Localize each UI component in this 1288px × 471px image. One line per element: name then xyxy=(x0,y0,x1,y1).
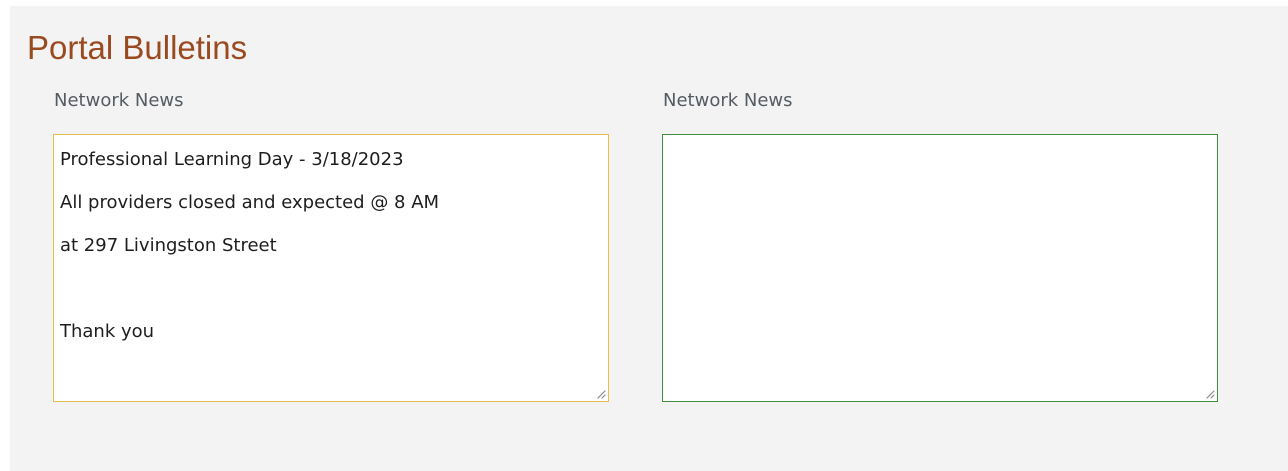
left-bulletin-content: Professional Learning Day - 3/18/2023 Al… xyxy=(60,145,598,391)
resize-grip-icon[interactable] xyxy=(595,388,606,399)
right-bulletin-label: Network News xyxy=(663,90,793,111)
bulletin-line: All providers closed and expected @ 8 AM xyxy=(60,192,440,213)
bulletin-line xyxy=(60,274,598,304)
bulletin-line: at 297 Livingston Street xyxy=(60,235,277,256)
resize-grip-icon[interactable] xyxy=(1204,388,1215,399)
page-title: Portal Bulletins xyxy=(27,29,248,66)
left-bulletin-label: Network News xyxy=(54,90,184,111)
network-news-textarea-left[interactable]: Professional Learning Day - 3/18/2023 Al… xyxy=(53,134,609,402)
bulletin-line: Professional Learning Day - 3/18/2023 xyxy=(60,149,404,170)
network-news-textarea-right[interactable] xyxy=(662,134,1218,402)
bulletin-line: Thank you xyxy=(60,321,155,342)
